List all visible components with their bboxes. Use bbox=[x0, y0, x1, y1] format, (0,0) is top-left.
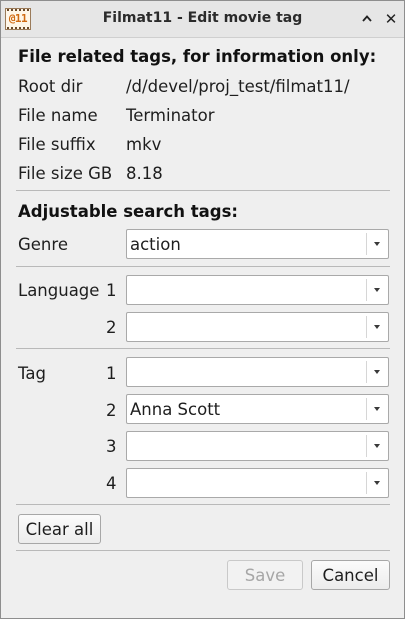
tag-2-index: 2 bbox=[106, 401, 117, 420]
chevron-down-icon bbox=[374, 242, 380, 246]
genre-dropdown-button[interactable] bbox=[366, 230, 388, 258]
divider bbox=[16, 266, 390, 267]
tag-1-index: 1 bbox=[106, 364, 117, 383]
cancel-button[interactable]: Cancel bbox=[311, 560, 390, 590]
file-section-heading: File related tags, for information only: bbox=[18, 47, 377, 66]
edit-movie-tag-dialog: @11 Filmat11 - Edit movie tag ✕ File rel… bbox=[0, 0, 405, 619]
genre-value: action bbox=[130, 235, 181, 254]
chevron-down-icon bbox=[374, 444, 380, 448]
tag-2-value: Anna Scott bbox=[130, 400, 221, 419]
tag-4-combobox[interactable] bbox=[126, 468, 389, 498]
window-title: Filmat11 - Edit movie tag bbox=[102, 10, 303, 26]
file-name-value: Terminator bbox=[126, 106, 215, 125]
tag-2-combobox[interactable]: Anna Scott bbox=[126, 394, 389, 424]
chevron-up-icon bbox=[362, 15, 372, 22]
chevron-down-icon bbox=[374, 407, 380, 411]
chevron-down-icon bbox=[374, 481, 380, 485]
divider bbox=[16, 550, 390, 551]
chevron-down-icon bbox=[374, 325, 380, 329]
save-button[interactable]: Save bbox=[227, 560, 303, 590]
genre-label: Genre bbox=[18, 235, 68, 254]
language-1-dropdown-button[interactable] bbox=[366, 276, 388, 304]
tag-3-combobox[interactable] bbox=[126, 431, 389, 461]
root-dir-value: /d/devel/proj_test/filmat11/ bbox=[126, 77, 350, 96]
tag-4-index: 4 bbox=[106, 474, 117, 493]
file-suffix-label: File suffix bbox=[18, 135, 96, 154]
chevron-down-icon bbox=[374, 370, 380, 374]
search-section-heading: Adjustable search tags: bbox=[18, 202, 239, 221]
divider bbox=[16, 190, 390, 191]
tag-2-dropdown-button[interactable] bbox=[366, 395, 388, 423]
clear-all-button[interactable]: Clear all bbox=[18, 514, 101, 544]
file-size-value: 8.18 bbox=[126, 164, 163, 183]
language-2-index: 2 bbox=[106, 318, 117, 337]
file-size-label: File size GB bbox=[18, 164, 113, 183]
language-2-combobox[interactable] bbox=[126, 312, 389, 342]
divider bbox=[16, 504, 390, 505]
file-suffix-value: mkv bbox=[126, 135, 162, 154]
genre-combobox[interactable]: action bbox=[126, 229, 389, 259]
divider bbox=[16, 348, 390, 349]
tag-1-dropdown-button[interactable] bbox=[366, 358, 388, 386]
language-1-index: 1 bbox=[106, 281, 117, 300]
language-1-combobox[interactable] bbox=[126, 275, 389, 305]
tag-3-dropdown-button[interactable] bbox=[366, 432, 388, 460]
dialog-content: File related tags, for information only:… bbox=[1, 38, 404, 618]
file-name-label: File name bbox=[18, 106, 98, 125]
root-dir-label: Root dir bbox=[18, 77, 83, 96]
close-icon: ✕ bbox=[384, 10, 398, 28]
chevron-down-icon bbox=[374, 288, 380, 292]
language-2-dropdown-button[interactable] bbox=[366, 313, 388, 341]
tag-label: Tag bbox=[18, 364, 46, 383]
language-label: Language bbox=[18, 281, 100, 300]
shade-window-button[interactable] bbox=[357, 9, 377, 29]
tag-1-combobox[interactable] bbox=[126, 357, 389, 387]
close-window-button[interactable]: ✕ bbox=[381, 9, 401, 29]
tag-4-dropdown-button[interactable] bbox=[366, 469, 388, 497]
tag-3-index: 3 bbox=[106, 437, 117, 456]
title-bar[interactable]: @11 Filmat11 - Edit movie tag ✕ bbox=[1, 1, 404, 38]
